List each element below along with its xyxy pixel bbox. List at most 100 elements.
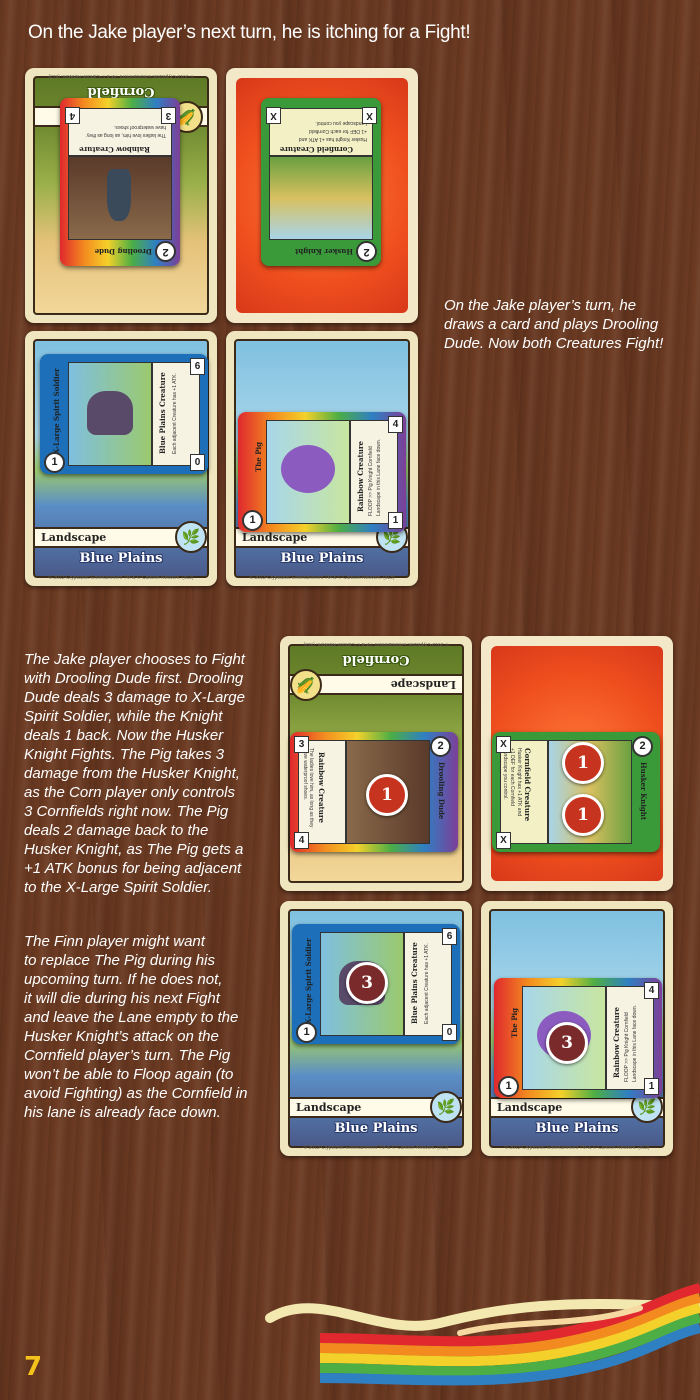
note-line: and leave the Lane empty to the <box>24 1009 239 1026</box>
cost-badge: 2 <box>356 241 377 262</box>
creature-card-husker-knight-top[interactable]: Husker Knight Cornfield Creature Husker … <box>261 98 381 266</box>
creature-text-1: FLOOP >> Pig Knight Cornfield <box>624 1012 630 1082</box>
note-line: Dude deals 3 damage to X-Large <box>24 689 245 706</box>
damage-token: 3 <box>546 1022 588 1064</box>
note-line: Husker Knight’s attack on the <box>24 1028 219 1045</box>
creature-card-spirit-soldier-top[interactable]: X-Large Spirit Soldier Blue Plains Creat… <box>40 354 208 474</box>
landscape-name: Blue Plains <box>535 1121 619 1136</box>
creature-type: Cornfield Creature <box>523 748 532 822</box>
damage-token: 1 <box>562 794 604 836</box>
creature-text-1: Husker Knight has +1 ATK and <box>516 748 522 817</box>
creature-name: Drooling Dude <box>437 762 446 820</box>
note-line: avoid Fighting) as the Cornfield in <box>24 1085 248 1102</box>
page-number: 7 <box>24 1352 43 1382</box>
atk-value: 3 <box>294 736 309 753</box>
note-line: to replace The Pig during his <box>24 952 215 969</box>
creature-text-1: Husker Knight has +1 ATK and <box>298 136 367 142</box>
drooling-dude-figure <box>107 169 131 221</box>
copyright-text: © 2013 Cryptozoic Entertainment TM & © C… <box>48 73 194 79</box>
atk-value: 0 <box>190 454 205 471</box>
creature-name: The Pig <box>254 441 263 472</box>
corn-icon: 🌽 <box>290 669 322 701</box>
creature-text-3: Landscape you control. <box>315 120 367 126</box>
creature-name: Drooling Dude <box>94 247 152 256</box>
page-heading: On the Jake player’s next turn, he is it… <box>28 22 471 43</box>
damage-token: 3 <box>346 962 388 1004</box>
pig-figure <box>281 445 335 493</box>
landscape-name: Blue Plains <box>79 551 163 566</box>
creature-card-drooling-dude-top[interactable]: Drooling Dude Rainbow Creature The ladie… <box>60 98 180 266</box>
note-line: The Jake player chooses to Fight <box>24 651 245 668</box>
note-line: won’t be able to Floop again (to <box>24 1066 234 1083</box>
creature-text-2: Landscape in this Lane face down. <box>376 439 382 516</box>
atk-value: 3 <box>161 107 176 124</box>
atk-value: 1 <box>388 512 403 529</box>
def-value: X <box>266 107 281 124</box>
def-value: X <box>496 832 511 849</box>
note-line: with Drooling Dude first. Drooling <box>24 670 244 687</box>
creature-art <box>68 156 172 240</box>
creature-text-3: Landscape you control. <box>502 748 508 800</box>
note-line: damage from the Husker Knight, <box>24 765 240 782</box>
note-line: to the X-Large Spirit Soldier. <box>24 879 212 896</box>
creature-text-2: have waterproof shoes. <box>114 124 166 130</box>
creature-type: Rainbow Creature <box>612 1006 621 1078</box>
creature-card-the-pig-top[interactable]: The Pig Rainbow Creature FLOOP >> Pig Kn… <box>238 412 406 532</box>
cost-badge: 2 <box>632 736 653 757</box>
creature-card-the-pig-bottom[interactable]: The Pig Rainbow Creature FLOOP >> Pig Kn… <box>494 978 662 1098</box>
note-line: 3 Cornfields right now. The Pig <box>24 803 229 820</box>
def-value: 6 <box>442 928 457 945</box>
creature-type: Cornfield Creature <box>279 145 353 154</box>
creature-text-2: +1 DEF for each Cornfield <box>509 748 515 806</box>
def-value: 4 <box>65 107 80 124</box>
creature-text-2: +1 DEF for each Cornfield <box>309 128 367 134</box>
atk-value: 1 <box>644 1078 659 1095</box>
damage-token: 1 <box>562 742 604 784</box>
creature-text-1: The ladies love him, as long as they <box>86 132 167 138</box>
creature-type: Blue Plains Creature <box>158 372 167 454</box>
note-line: The Finn player might want <box>24 933 205 950</box>
note-line: Cornfield player’s turn. The Pig <box>24 1047 231 1064</box>
cost-badge: 2 <box>430 736 451 757</box>
cost-badge: 1 <box>44 452 65 473</box>
note-line: Spirit Soldier, while the Knight <box>24 708 223 725</box>
note-left-2: The Finn player might want to replace Th… <box>24 932 274 1122</box>
copyright-text: © 2013 Cryptozoic Entertainment TM & © C… <box>303 1145 449 1151</box>
cost-badge: 1 <box>498 1076 519 1097</box>
creature-text-1: Each adjacent Creature has +1 ATK. <box>172 373 178 454</box>
atk-value: X <box>362 107 377 124</box>
creature-name: X-Large Spirit Soldier <box>52 368 61 454</box>
note-line: as the Corn player only controls <box>24 784 235 801</box>
note-left-1: The Jake player chooses to Fight with Dr… <box>24 650 274 897</box>
creature-text-1: Each adjacent Creature has +1 ATK. <box>424 943 430 1024</box>
creature-name: Husker Knight <box>294 247 353 256</box>
creature-card-spirit-soldier-bottom[interactable]: X-Large Spirit Soldier Blue Plains Creat… <box>292 924 460 1044</box>
blue-plains-icon: 🌿 <box>175 521 207 553</box>
creature-art <box>68 362 152 466</box>
note-line: On the Jake player’s turn, he <box>444 297 637 314</box>
copyright-text: © 2013 Cryptozoic Entertainment TM & © C… <box>303 641 449 647</box>
creature-type: Blue Plains Creature <box>410 942 419 1024</box>
def-value: 4 <box>644 982 659 999</box>
creature-type: Rainbow Creature <box>78 145 150 154</box>
rainbow-decoration <box>265 1283 700 1386</box>
creature-name: The Pig <box>510 1007 519 1038</box>
atk-value: 0 <box>442 1024 457 1041</box>
creature-art <box>269 156 373 240</box>
note-line: upcoming turn. If he does not, <box>24 971 223 988</box>
spirit-soldier-figure <box>87 391 133 435</box>
creature-text-1: FLOOP >> Pig Knight Cornfield <box>368 446 374 516</box>
landscape-name: Blue Plains <box>334 1121 418 1136</box>
creature-art <box>266 420 350 524</box>
copyright-text: © 2013 Cryptozoic Entertainment TM & © C… <box>249 575 395 581</box>
creature-card-husker-knight-bottom[interactable]: Cornfield Creature Husker Knight has +1 … <box>492 732 660 852</box>
copyright-text: © 2013 Cryptozoic Entertainment TM & © C… <box>504 1145 650 1151</box>
landscape-name: Cornfield <box>342 652 410 667</box>
creature-type: Rainbow Creature <box>317 752 326 824</box>
creature-card-drooling-dude-bottom[interactable]: Rainbow Creature The ladies love him, as… <box>290 732 458 852</box>
note-line: his lane is already face down. <box>24 1104 221 1121</box>
note-line: Husker Knight, as The Pig gets a <box>24 841 244 858</box>
landscape-name: Cornfield <box>87 84 155 99</box>
creature-type: Rainbow Creature <box>356 440 365 512</box>
copyright-text: © 2013 Cryptozoic Entertainment TM & © C… <box>48 575 194 581</box>
